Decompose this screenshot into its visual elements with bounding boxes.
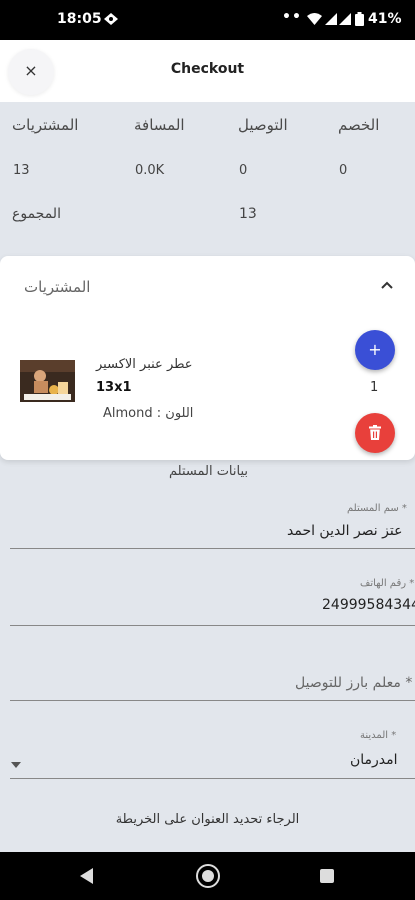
products-card-title: المشتريات <box>24 278 91 296</box>
chevron-up-icon[interactable] <box>380 280 394 290</box>
signal-icon <box>339 13 351 25</box>
product-count: 1 <box>370 380 379 395</box>
increase-quantity-button[interactable]: + <box>355 330 395 370</box>
battery-percent: 41% <box>368 11 402 27</box>
phone-underline <box>10 625 415 626</box>
battery-icon <box>355 12 364 26</box>
order-summary: المشتريات المسافة التوصيل الخصم 13 0.0K … <box>0 102 415 254</box>
product-image <box>20 360 75 402</box>
cast-icon <box>104 13 118 25</box>
wifi-icon <box>307 13 322 25</box>
summary-value-distance: 0.0K <box>135 163 165 178</box>
product-name: عطر عنبر الاكسير <box>96 357 193 372</box>
products-card: المشتريات عطر عنبر الاكسير 13x1 Almond :… <box>0 256 415 460</box>
summary-header-distance: المسافة <box>134 116 185 134</box>
summary-value-purchases: 13 <box>13 163 30 178</box>
summary-header-purchases: المشتريات <box>12 116 79 134</box>
summary-value-delivery: 0 <box>239 163 248 178</box>
home-icon[interactable] <box>196 864 220 888</box>
status-time: 18:05 <box>57 11 102 27</box>
recipient-section-title: بيانات المستلم <box>169 464 249 479</box>
recipient-name-label: سم المستلم * <box>347 503 407 514</box>
app-header: × Checkout <box>0 40 415 102</box>
product-quantity: 13x1 <box>96 380 132 395</box>
summary-header-discount: الخصم <box>338 116 380 134</box>
system-nav-bar <box>0 852 415 900</box>
map-location-prompt[interactable]: الرجاء تحديد العنوان على الخريطة <box>0 812 415 827</box>
dropdown-arrow-icon[interactable] <box>11 762 21 768</box>
landmark-input[interactable]: معلم بارز للتوصيل * <box>295 675 412 691</box>
summary-total-value: 13 <box>239 206 257 222</box>
signal-icon <box>325 13 337 25</box>
recents-icon[interactable] <box>320 869 334 883</box>
recipient-name-underline <box>10 548 415 549</box>
status-bar: 18:05 •• 41% <box>0 0 415 40</box>
summary-value-discount: 0 <box>339 163 348 178</box>
notification-dots: •• <box>282 9 302 25</box>
phone-label: رقم الهاتف * <box>360 578 415 589</box>
city-label: المدينة * <box>360 730 397 741</box>
recipient-name-input[interactable]: عتز نصر الدين احمد <box>287 523 402 539</box>
summary-total-label: المجموع <box>12 206 61 222</box>
delete-item-button[interactable] <box>355 413 395 453</box>
city-select[interactable]: امدرمان <box>350 752 398 768</box>
city-underline <box>10 778 415 779</box>
landmark-underline <box>10 700 415 701</box>
product-color: Almond : اللون <box>103 406 194 421</box>
phone-input[interactable]: 24999584344 <box>322 597 415 613</box>
page-title: Checkout <box>170 61 245 77</box>
plus-icon: + <box>368 340 382 359</box>
back-icon[interactable] <box>80 868 93 884</box>
trash-icon <box>369 425 381 440</box>
summary-header-delivery: التوصيل <box>238 116 288 134</box>
